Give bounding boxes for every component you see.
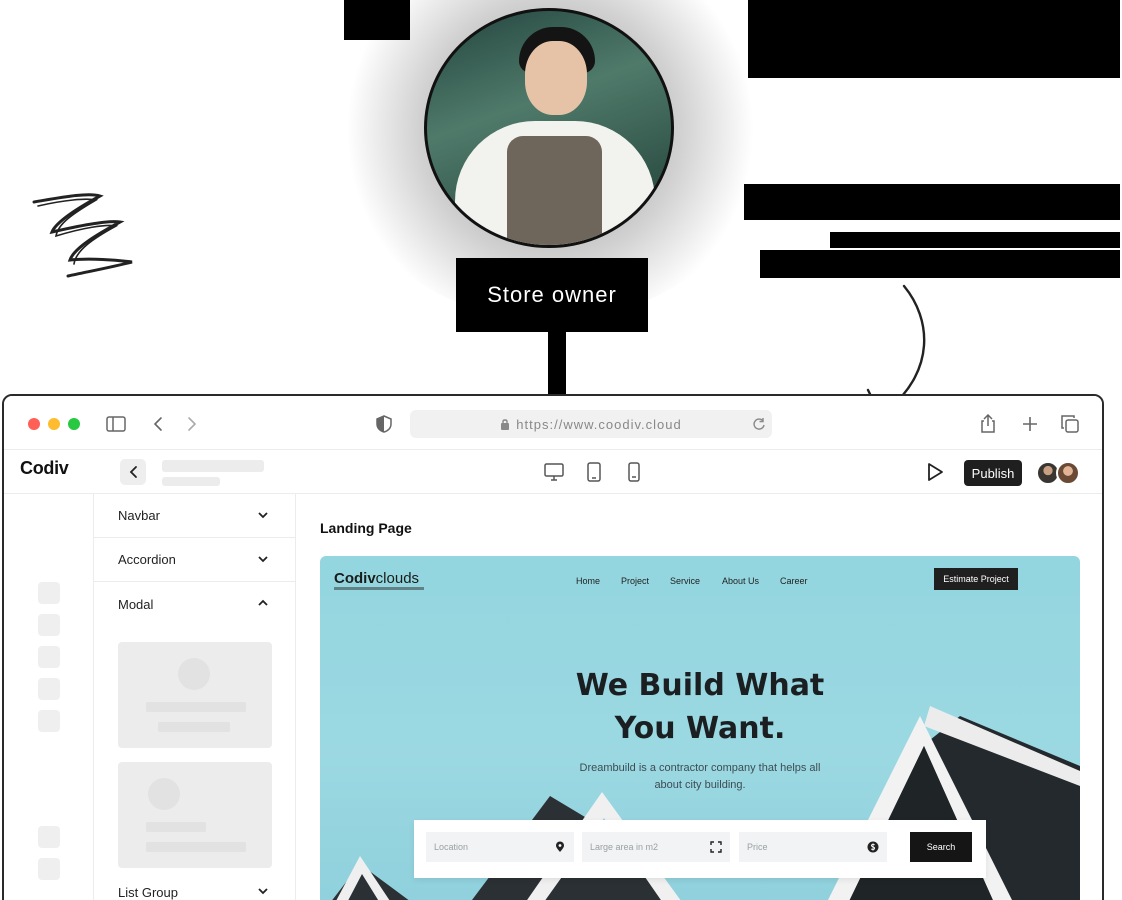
component-preview-card[interactable] — [118, 642, 272, 748]
location-pin-icon — [556, 841, 564, 852]
estimate-project-button[interactable]: Estimate Project — [934, 568, 1018, 590]
left-rail — [4, 494, 94, 900]
back-arrow-icon — [129, 466, 137, 478]
desktop-icon[interactable] — [542, 460, 566, 484]
shield-icon[interactable] — [372, 412, 396, 436]
plus-icon[interactable] — [1018, 412, 1042, 436]
component-preview-card[interactable] — [118, 762, 272, 868]
title-placeholder — [162, 460, 264, 472]
minimize-window-button[interactable] — [48, 418, 60, 430]
browser-window: https://www.coodiv.cloud Codiv Publish N… — [2, 394, 1104, 900]
preview-nav-project[interactable]: Project — [621, 576, 649, 586]
forward-arrow-icon[interactable] — [180, 412, 204, 436]
chevron-down-icon — [258, 556, 268, 563]
accordion-label: Accordion — [118, 552, 176, 567]
lock-icon — [501, 418, 510, 430]
play-icon[interactable] — [924, 461, 946, 483]
property-search-bar: Location Large area in m2 Price Search — [414, 820, 986, 878]
area-field[interactable]: Large area in m2 — [582, 832, 730, 862]
preview-nav-service[interactable]: Service — [670, 576, 700, 586]
black-bar — [744, 184, 1120, 220]
rail-tool-button[interactable] — [38, 678, 60, 700]
dollar-icon — [867, 841, 879, 853]
back-button[interactable] — [120, 459, 146, 485]
price-field[interactable]: Price — [739, 832, 887, 862]
component-panel: Navbar Accordion Modal List Group — [94, 494, 296, 900]
rail-tool-button[interactable] — [38, 826, 60, 848]
preview-headline: We Build What You Want. — [575, 668, 825, 746]
accordion-label: Navbar — [118, 508, 160, 523]
preview-nav-career[interactable]: Career — [780, 576, 808, 586]
label-stem — [548, 330, 566, 398]
store-owner-photo — [424, 8, 674, 248]
preview-subtitle: Dreambuild is a contractor company that … — [579, 762, 821, 791]
accordion-label: List Group — [118, 884, 178, 900]
rail-tool-button[interactable] — [38, 646, 60, 668]
mobile-icon[interactable] — [622, 460, 646, 484]
back-arrow-icon[interactable] — [146, 412, 170, 436]
accordion-accordion[interactable]: Accordion — [94, 538, 296, 582]
subtitle-placeholder — [162, 477, 220, 486]
location-field[interactable]: Location — [426, 832, 574, 862]
rail-tool-button[interactable] — [38, 858, 60, 880]
sidebar-toggle-icon[interactable] — [104, 412, 128, 436]
rail-tool-button[interactable] — [38, 710, 60, 732]
accordion-label: Modal — [118, 596, 154, 612]
maximize-window-button[interactable] — [68, 418, 80, 430]
preview-nav-about[interactable]: About Us — [722, 576, 759, 586]
builder-header: Codiv Publish — [4, 450, 1102, 494]
url-text: https://www.coodiv.cloud — [516, 416, 682, 432]
preview-nav-home[interactable]: Home — [576, 576, 600, 586]
rail-tool-button[interactable] — [38, 582, 60, 604]
accordion-list-group[interactable]: List Group — [94, 870, 296, 900]
landing-page-preview[interactable]: Codivclouds Home Project Service About U… — [320, 556, 1080, 900]
scribble-doodle — [32, 193, 133, 278]
tabs-icon[interactable] — [1058, 412, 1082, 436]
publish-button[interactable]: Publish — [964, 460, 1022, 486]
chevron-down-icon — [258, 888, 268, 895]
address-bar[interactable]: https://www.coodiv.cloud — [410, 410, 772, 438]
accordion-modal[interactable]: Modal — [94, 582, 296, 626]
black-bar — [344, 0, 410, 40]
expand-icon — [710, 841, 722, 853]
tablet-icon[interactable] — [582, 460, 606, 484]
chevron-down-icon — [258, 512, 268, 519]
browser-titlebar: https://www.coodiv.cloud — [4, 396, 1102, 450]
reload-icon[interactable] — [752, 417, 766, 431]
stage: Store owner https://www.coodiv.cloud Cod… — [0, 0, 1122, 900]
avatar[interactable] — [1056, 461, 1080, 485]
black-bar — [830, 232, 1120, 248]
close-window-button[interactable] — [28, 418, 40, 430]
canvas-title: Landing Page — [320, 520, 412, 536]
accordion-navbar[interactable]: Navbar — [94, 494, 296, 538]
store-owner-label: Store owner — [456, 258, 648, 332]
share-icon[interactable] — [976, 412, 1000, 436]
app-logo[interactable]: Codiv — [20, 458, 69, 479]
rail-tool-button[interactable] — [38, 614, 60, 636]
chevron-up-icon — [258, 599, 268, 606]
black-bar — [760, 250, 1120, 278]
preview-logo[interactable]: Codivclouds — [334, 570, 419, 587]
black-bar — [748, 0, 1120, 78]
search-button[interactable]: Search — [910, 832, 972, 862]
preview-logo-tagline — [334, 587, 424, 590]
